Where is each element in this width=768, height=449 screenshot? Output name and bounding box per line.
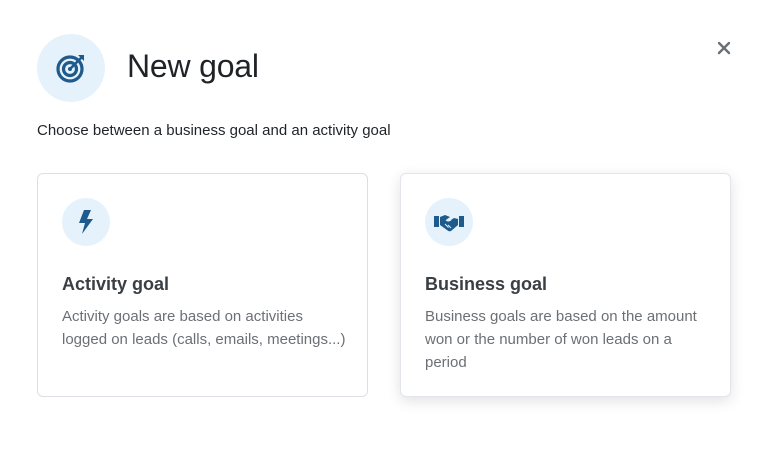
business-goal-card[interactable]: Business goal Business goals are based o… bbox=[400, 173, 731, 397]
lightning-bolt-icon bbox=[62, 198, 110, 246]
activity-goal-title: Activity goal bbox=[62, 274, 170, 294]
handshake-icon bbox=[425, 198, 473, 246]
dialog-title: New goal bbox=[127, 48, 259, 84]
business-goal-description: Business goals are based on the amount w… bbox=[425, 308, 697, 371]
close-icon[interactable] bbox=[712, 36, 736, 60]
activity-goal-card[interactable]: Activity goal Activity goals are based o… bbox=[37, 173, 368, 397]
dialog-subtitle: Choose between a business goal and an ac… bbox=[37, 122, 391, 139]
activity-goal-description: Activity goals are based on activities l… bbox=[62, 308, 346, 348]
business-goal-title: Business goal bbox=[425, 274, 548, 294]
target-icon bbox=[37, 34, 105, 102]
